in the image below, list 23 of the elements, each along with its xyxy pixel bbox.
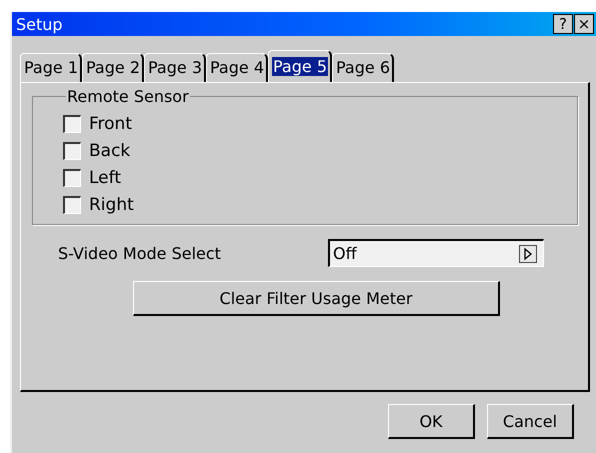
dialog-button[interactable]: Cancel bbox=[487, 404, 574, 439]
tab[interactable]: Page 4 bbox=[206, 53, 268, 82]
window-title: Setup bbox=[16, 14, 63, 34]
close-button[interactable]: × bbox=[574, 14, 594, 34]
tab[interactable]: Page 3 bbox=[144, 53, 206, 82]
tab[interactable]: Page 2 bbox=[82, 53, 144, 82]
checkbox[interactable] bbox=[63, 142, 81, 160]
field-label: S-Video Mode Select bbox=[58, 244, 222, 262]
tab[interactable]: Page 6 bbox=[332, 53, 394, 82]
checkbox[interactable] bbox=[63, 196, 81, 214]
dropdown[interactable]: Off bbox=[328, 239, 544, 267]
dialog-button[interactable]: OK bbox=[388, 404, 475, 439]
help-button[interactable]: ? bbox=[553, 14, 573, 34]
checkbox[interactable] bbox=[63, 114, 81, 132]
tab[interactable]: Page 1 bbox=[20, 53, 82, 82]
tab[interactable]: Page 5 bbox=[268, 50, 332, 82]
checkbox-label: Left bbox=[89, 168, 121, 188]
checkbox-label: Front bbox=[89, 114, 132, 134]
group-title: Remote Sensor bbox=[66, 87, 190, 106]
checkbox[interactable] bbox=[63, 168, 81, 186]
checkbox-label: Back bbox=[89, 140, 130, 160]
clear-filter-button[interactable]: Clear Filter Usage Meter bbox=[133, 281, 500, 316]
checkbox-label: Right bbox=[89, 194, 134, 214]
